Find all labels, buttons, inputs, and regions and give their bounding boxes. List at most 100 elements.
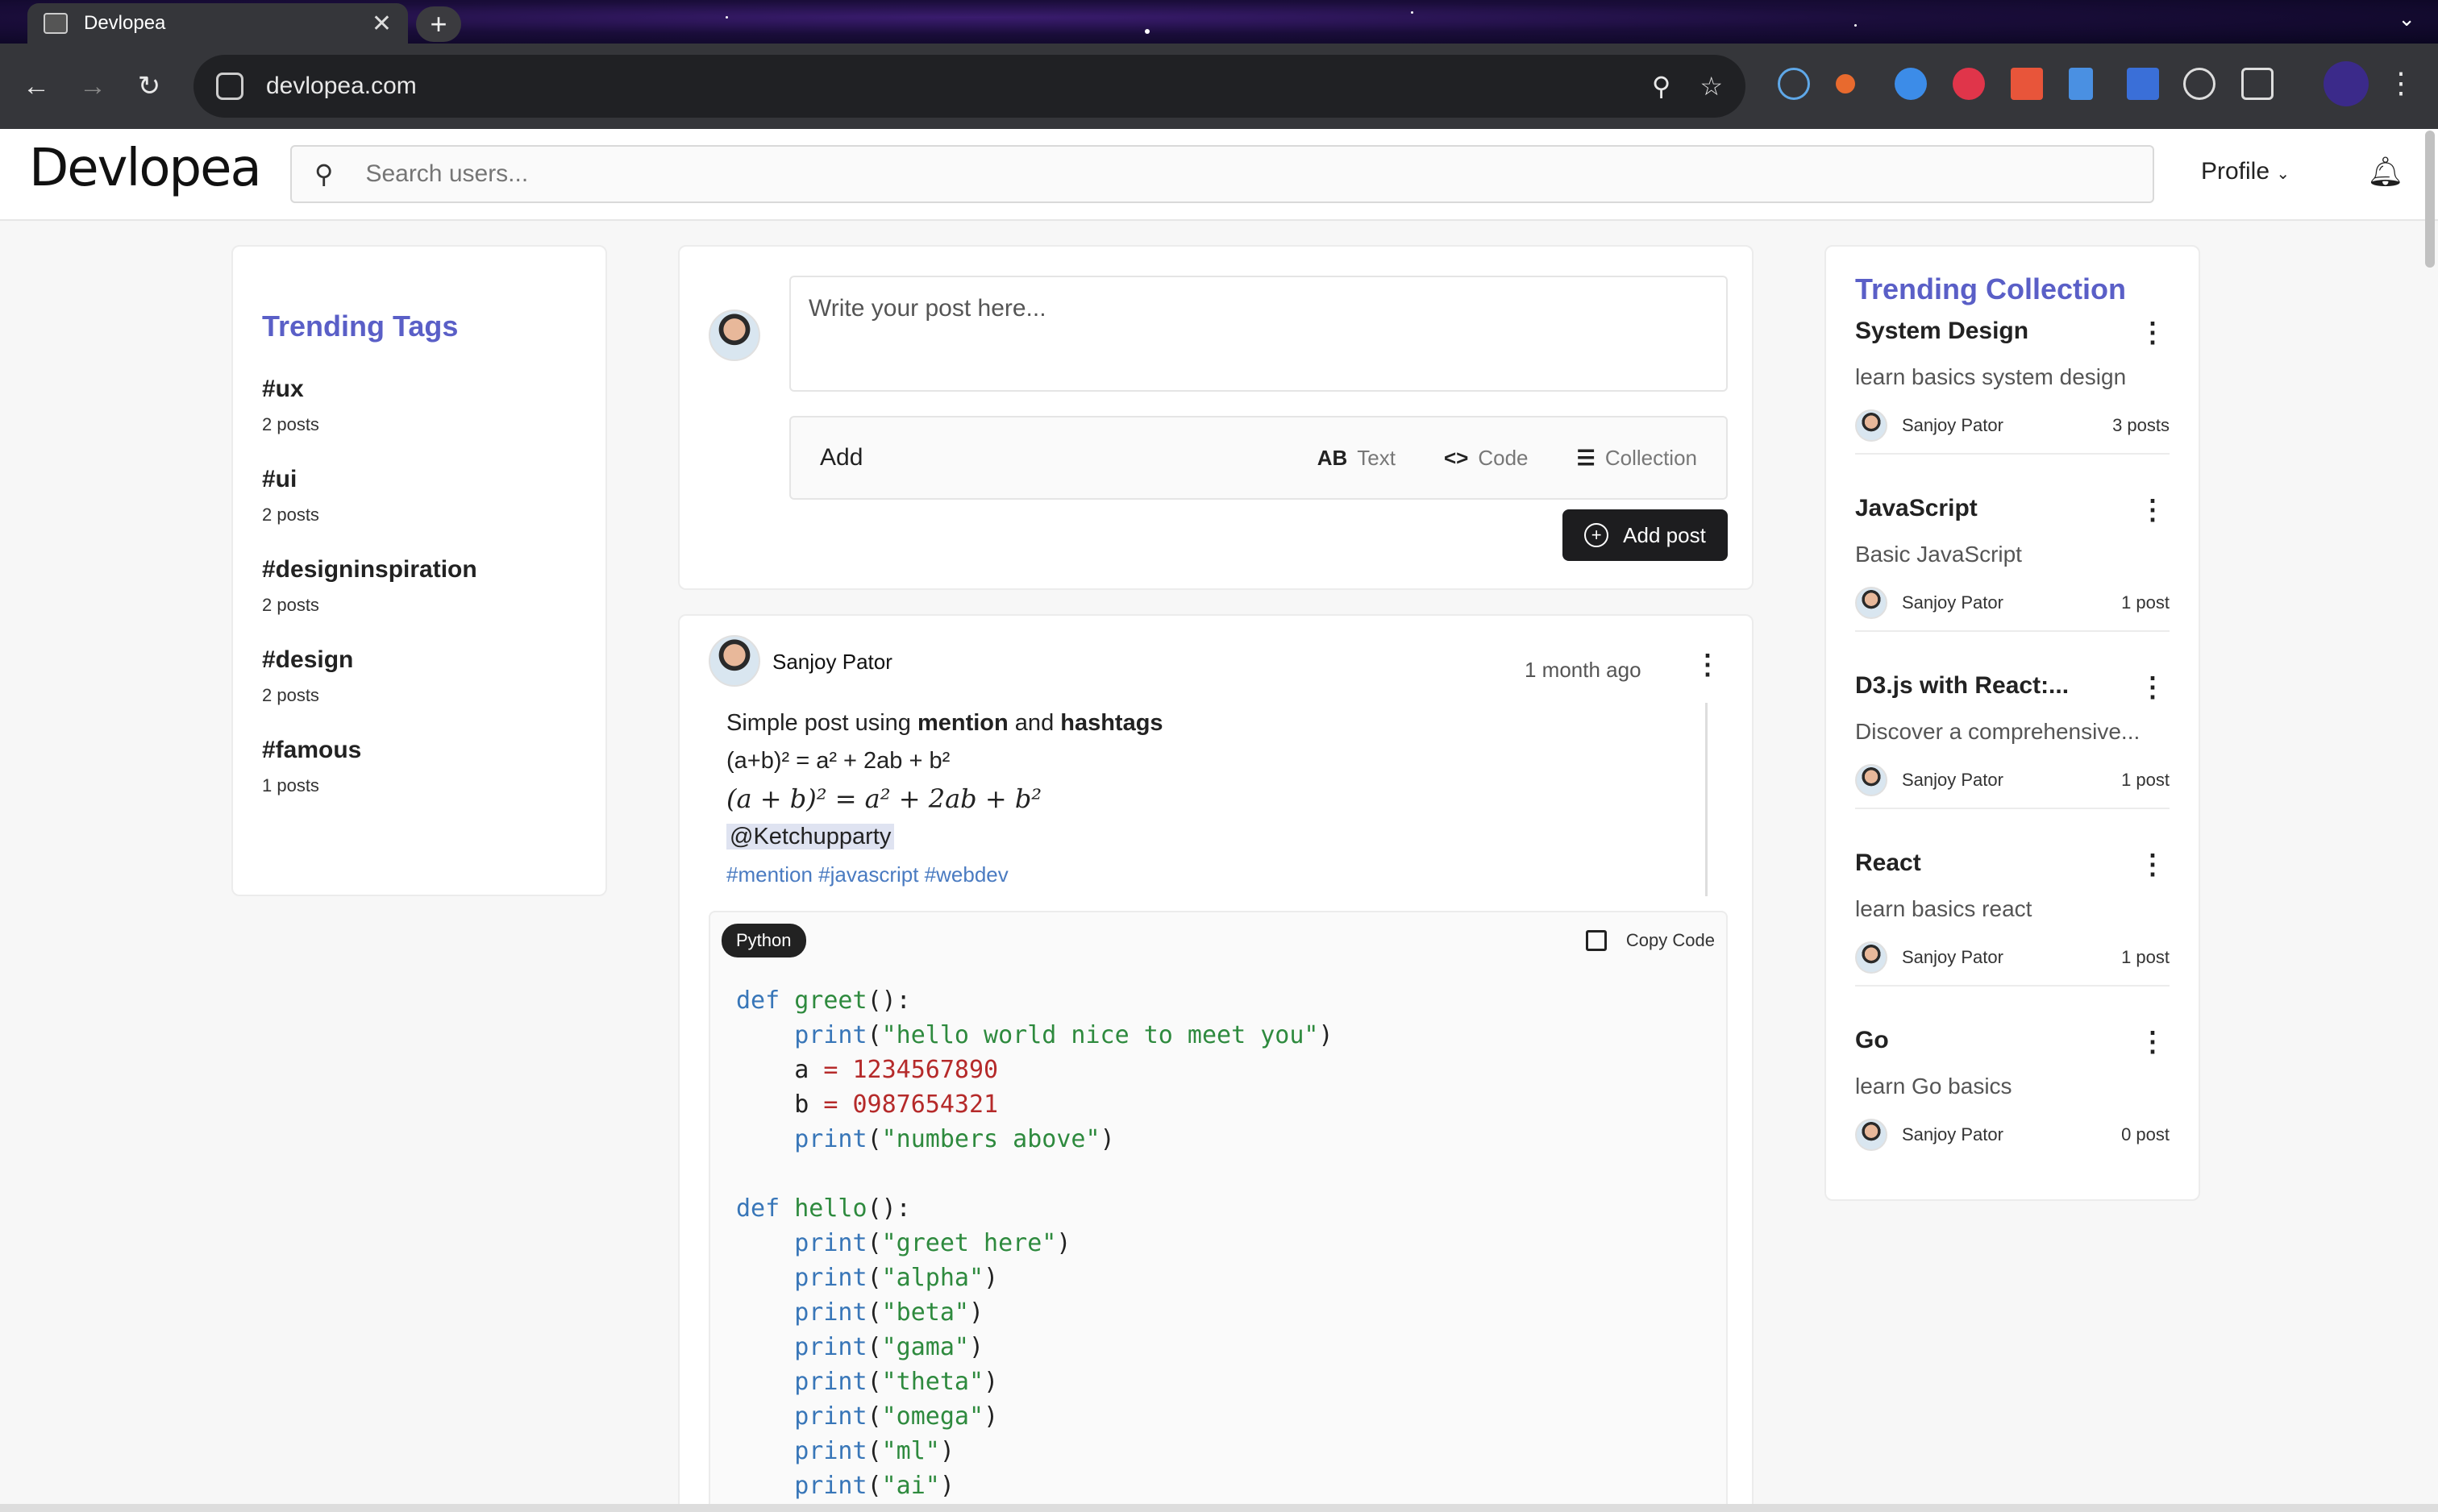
tag-name[interactable]: #design xyxy=(262,646,576,674)
collection-item[interactable]: ⋮ D3.js with React:... Discover a compre… xyxy=(1855,672,2170,845)
collection-name[interactable]: JavaScript xyxy=(1855,495,2170,522)
collection-item[interactable]: ⋮ JavaScript Basic JavaScript Sanjoy Pat… xyxy=(1855,495,2170,667)
bookmark-star-icon[interactable]: ☆ xyxy=(1700,71,1723,102)
notification-bell-icon[interactable]: 🔔︎ xyxy=(2367,155,2404,189)
collection-more-icon[interactable]: ⋮ xyxy=(2139,674,2166,701)
formula-math: (a + b)² = a² + 2ab + b² xyxy=(726,783,1042,814)
post-time: 1 month ago xyxy=(1525,658,1641,682)
add-text-button[interactable]: AB Text xyxy=(1317,446,1396,471)
tag-count: 2 posts xyxy=(262,595,319,615)
collection-meta: Sanjoy Pator 1 post xyxy=(1855,941,2170,987)
tag-item[interactable]: #designinspiration 2 posts xyxy=(262,556,576,616)
extensions-puzzle-icon[interactable] xyxy=(2241,68,2274,100)
tag-item[interactable]: #famous 1 posts xyxy=(262,737,576,796)
tag-item[interactable]: #ux 2 posts xyxy=(262,376,576,435)
forward-icon[interactable]: → xyxy=(64,71,121,102)
add-code-button[interactable]: <> Code xyxy=(1444,446,1529,471)
trending-collection-card: Trending Collection ⋮ System Design lear… xyxy=(1824,245,2200,1201)
search-input[interactable] xyxy=(365,160,2130,188)
post-author[interactable]: Sanjoy Pator xyxy=(772,650,892,675)
tag-name[interactable]: #famous xyxy=(262,737,576,764)
collection-name[interactable]: D3.js with React:... xyxy=(1855,672,2170,700)
browser-toolbar: ← → ↻ devlopea.com ⚲ ☆ ⋮ xyxy=(0,44,2438,129)
tag-name[interactable]: #designinspiration xyxy=(262,556,576,584)
search-bar[interactable]: ⚲ xyxy=(290,145,2154,203)
add-collection-button[interactable]: ☰ Collection xyxy=(1577,446,1697,471)
add-text-label: Text xyxy=(1357,445,1396,470)
profile-avatar-icon[interactable] xyxy=(2324,61,2369,106)
hashtag-links[interactable]: #mention #javascript #webdev xyxy=(726,856,1710,894)
tag-name[interactable]: #ui xyxy=(262,466,576,493)
collection-item[interactable]: ⋮ System Design learn basics system desi… xyxy=(1855,318,2170,490)
collection-desc: learn Go basics xyxy=(1855,1074,2012,1099)
collection-count: 1 post xyxy=(2121,592,2170,613)
browser-tab[interactable]: Devlopea ✕ xyxy=(27,3,408,44)
collection-more-icon[interactable]: ⋮ xyxy=(2139,851,2166,879)
docs-extension-icon[interactable] xyxy=(2069,68,2093,100)
chevron-down-icon: ⌄ xyxy=(2276,165,2290,183)
zoom-icon[interactable]: ⚲ xyxy=(1652,71,1670,102)
tag-count: 2 posts xyxy=(262,685,319,705)
trending-collection-title: Trending Collection xyxy=(1855,272,2127,305)
tab-close-icon[interactable]: ✕ xyxy=(372,10,392,38)
post-text-line: Simple post using mention and hashtags xyxy=(726,704,1710,742)
collection-count: 1 post xyxy=(2121,770,2170,790)
post-composer: Write your post here... Add AB Text <> Cod… xyxy=(678,245,1754,590)
collection-name[interactable]: React xyxy=(1855,849,2170,877)
tag-item[interactable]: #design 2 posts xyxy=(262,646,576,706)
collection-desc: Basic JavaScript xyxy=(1855,542,2022,567)
w-extension-icon[interactable] xyxy=(2183,68,2215,100)
tag-item[interactable]: #ui 2 posts xyxy=(262,466,576,525)
profile-menu[interactable]: Profile ⌄ xyxy=(2201,158,2290,185)
collection-more-icon[interactable]: ⋮ xyxy=(2139,1028,2166,1056)
url-text[interactable]: devlopea.com xyxy=(266,73,1623,100)
globe-extension-icon[interactable] xyxy=(1895,68,1927,100)
search-icon: ⚲ xyxy=(314,160,334,189)
playlist-add-icon: ☰ xyxy=(1576,445,1596,470)
trending-tags-title: Trending Tags xyxy=(262,309,459,343)
mention-link[interactable]: @Ketchupparty xyxy=(726,824,895,849)
extension-red-icon[interactable] xyxy=(1953,68,1985,100)
plus-circle-icon: + xyxy=(1584,523,1609,547)
tab-title: Devlopea xyxy=(84,12,166,34)
copy-label: Copy Code xyxy=(1625,930,1715,950)
tag-name[interactable]: #ux xyxy=(262,376,576,403)
collection-author: Sanjoy Pator xyxy=(1902,592,2003,613)
collection-more-icon[interactable]: ⋮ xyxy=(2139,496,2166,524)
screen-extension-icon[interactable] xyxy=(2127,68,2159,100)
avatar xyxy=(709,309,760,361)
collection-desc: learn basics system design xyxy=(1855,364,2127,389)
copy-code-button[interactable]: Copy Code xyxy=(1585,930,1715,951)
site-info-icon[interactable] xyxy=(216,73,243,100)
new-tab-button[interactable]: + xyxy=(416,6,461,42)
page-scrollbar[interactable] xyxy=(2425,131,2435,268)
browser-menu-icon[interactable]: ⋮ xyxy=(2386,66,2415,100)
collection-item[interactable]: ⋮ Go learn Go basics Sanjoy Pator 0 post xyxy=(1855,1027,2170,1199)
collection-name[interactable]: System Design xyxy=(1855,318,2170,345)
formula-plain: (a+b)² = a² + 2ab + b² xyxy=(726,748,951,774)
collection-item[interactable]: ⋮ React learn basics react Sanjoy Pator 1… xyxy=(1855,849,2170,1022)
collection-name[interactable]: Go xyxy=(1855,1027,2170,1054)
add-post-button[interactable]: + Add post xyxy=(1562,509,1728,561)
tag-count: 2 posts xyxy=(262,505,319,525)
avatar xyxy=(1855,1119,1887,1151)
reload-icon[interactable]: ↻ xyxy=(121,70,177,102)
avatar[interactable] xyxy=(709,635,760,687)
collection-author: Sanjoy Pator xyxy=(1902,770,2003,790)
app-header: Devlopea ⚲ Profile ⌄ 🔔︎ xyxy=(0,129,2438,221)
logo[interactable]: Devlopea xyxy=(29,139,262,198)
sun-extension-icon[interactable] xyxy=(1836,74,1855,93)
back-icon[interactable]: ← xyxy=(8,71,64,102)
address-bar[interactable]: devlopea.com ⚲ ☆ xyxy=(193,55,1745,118)
post-more-icon[interactable]: ⋮ xyxy=(1694,651,1721,679)
tab-favicon-icon xyxy=(44,13,68,34)
text-span: and xyxy=(1008,710,1061,736)
grid-extension-icon[interactable] xyxy=(2011,68,2043,100)
add-collection-label: Collection xyxy=(1604,445,1697,470)
collection-more-icon[interactable]: ⋮ xyxy=(2139,319,2166,347)
post-textarea[interactable]: Write your post here... xyxy=(789,276,1728,392)
collection-meta: Sanjoy Pator 0 post xyxy=(1855,1119,2170,1162)
tab-search-chevron-icon[interactable]: ⌄ xyxy=(2398,6,2415,31)
text-span: Simple post using xyxy=(726,710,917,736)
react-devtools-extension-icon[interactable] xyxy=(1778,68,1810,100)
